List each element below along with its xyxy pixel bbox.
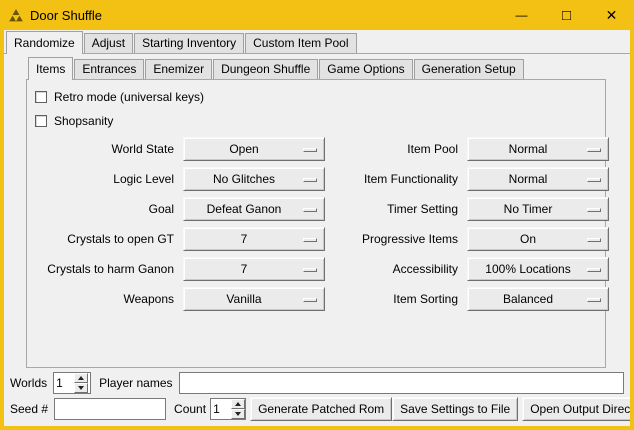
window-controls: — □ ✕: [499, 0, 634, 30]
timer-setting-dropdown[interactable]: No Timer: [467, 197, 609, 221]
dropdown-indicator-icon: [303, 208, 317, 212]
dropdown-indicator-icon: [303, 148, 317, 152]
logic-level-label: Logic Level: [32, 172, 178, 186]
tab-entrances[interactable]: Entrances: [74, 59, 144, 79]
bottom-bar: Worlds Player names Seed # Count: [4, 364, 630, 426]
count-spin-down-icon[interactable]: [231, 409, 245, 419]
seed-label: Seed #: [10, 402, 48, 416]
tab-randomize[interactable]: Randomize: [6, 31, 83, 54]
worlds-label: Worlds: [10, 376, 47, 390]
maximize-button[interactable]: □: [544, 0, 589, 30]
primary-tabstrip: Randomize Adjust Starting Inventory Cust…: [4, 30, 630, 54]
count-label: Count: [174, 402, 206, 416]
seed-input[interactable]: [54, 398, 166, 420]
goal-label: Goal: [32, 202, 178, 216]
shopsanity-checkbox[interactable]: [35, 115, 47, 127]
tab-enemizer[interactable]: Enemizer: [145, 59, 212, 79]
shopsanity-row: Shopsanity: [35, 109, 605, 133]
window-title: Door Shuffle: [30, 8, 102, 23]
count-spin-up-icon[interactable]: [231, 399, 245, 409]
tab-game-options[interactable]: Game Options: [319, 59, 412, 79]
dropdown-indicator-icon: [303, 298, 317, 302]
accessibility-label: Accessibility: [330, 262, 462, 276]
retro-mode-checkbox[interactable]: [35, 91, 47, 103]
dropdown-indicator-icon: [587, 268, 601, 272]
world-state-label: World State: [32, 142, 178, 156]
tab-adjust[interactable]: Adjust: [84, 33, 133, 53]
worlds-spinner: [53, 372, 91, 394]
options-grid: World State Open Item Pool Normal Logic …: [32, 137, 605, 311]
tab-starting-inventory[interactable]: Starting Inventory: [134, 33, 244, 53]
item-pool-dropdown[interactable]: Normal: [467, 137, 609, 161]
dropdown-indicator-icon: [587, 148, 601, 152]
goal-dropdown[interactable]: Defeat Ganon: [183, 197, 325, 221]
tab-dungeon-shuffle[interactable]: Dungeon Shuffle: [213, 59, 318, 79]
tab-custom-item-pool[interactable]: Custom Item Pool: [245, 33, 356, 53]
progressive-items-label: Progressive Items: [330, 232, 462, 246]
dropdown-indicator-icon: [587, 238, 601, 242]
crystals-ganon-dropdown[interactable]: 7: [183, 257, 325, 281]
app-icon: [8, 7, 24, 23]
worlds-spin-up-icon[interactable]: [74, 373, 88, 383]
secondary-tabstrip: Items Entrances Enemizer Dungeon Shuffle…: [26, 58, 606, 80]
count-input[interactable]: [211, 399, 231, 419]
weapons-dropdown[interactable]: Vanilla: [183, 287, 325, 311]
crystals-gt-dropdown[interactable]: 7: [183, 227, 325, 251]
items-tab-panel: Retro mode (universal keys) Shopsanity W…: [26, 80, 606, 368]
dropdown-indicator-icon: [587, 298, 601, 302]
minimize-button[interactable]: —: [499, 0, 544, 30]
item-sorting-label: Item Sorting: [330, 292, 462, 306]
crystals-gt-label: Crystals to open GT: [32, 232, 178, 246]
timer-setting-label: Timer Setting: [330, 202, 462, 216]
retro-mode-row: Retro mode (universal keys): [35, 85, 605, 109]
item-functionality-label: Item Functionality: [330, 172, 462, 186]
tab-generation-setup[interactable]: Generation Setup: [414, 59, 524, 79]
worlds-row: Worlds Player names: [10, 370, 626, 396]
close-button[interactable]: ✕: [589, 0, 634, 30]
dropdown-indicator-icon: [303, 238, 317, 242]
worlds-spin-down-icon[interactable]: [74, 383, 88, 393]
shopsanity-label: Shopsanity: [54, 114, 113, 128]
player-names-input[interactable]: [179, 372, 625, 394]
client-area: Randomize Adjust Starting Inventory Cust…: [4, 30, 630, 426]
world-state-dropdown[interactable]: Open: [183, 137, 325, 161]
progressive-items-dropdown[interactable]: On: [467, 227, 609, 251]
titlebar: Door Shuffle — □ ✕: [0, 0, 634, 30]
weapons-label: Weapons: [32, 292, 178, 306]
accessibility-dropdown[interactable]: 100% Locations: [467, 257, 609, 281]
item-functionality-dropdown[interactable]: Normal: [467, 167, 609, 191]
tab-items[interactable]: Items: [28, 57, 73, 80]
seed-row: Seed # Count Generate Patched Rom Save S…: [10, 396, 626, 422]
worlds-input[interactable]: [54, 373, 74, 393]
item-pool-label: Item Pool: [330, 142, 462, 156]
dropdown-indicator-icon: [587, 178, 601, 182]
logic-level-dropdown[interactable]: No Glitches: [183, 167, 325, 191]
retro-mode-label: Retro mode (universal keys): [54, 90, 204, 104]
generate-patched-rom-button[interactable]: Generate Patched Rom: [250, 397, 392, 421]
window: Door Shuffle — □ ✕ Randomize Adjust Star…: [0, 0, 634, 430]
count-spinner: [210, 398, 246, 420]
open-output-directory-button[interactable]: Open Output Directory: [522, 397, 630, 421]
dropdown-indicator-icon: [303, 268, 317, 272]
dropdown-indicator-icon: [303, 178, 317, 182]
dropdown-indicator-icon: [587, 208, 601, 212]
item-sorting-dropdown[interactable]: Balanced: [467, 287, 609, 311]
crystals-ganon-label: Crystals to harm Ganon: [32, 262, 178, 276]
save-settings-button[interactable]: Save Settings to File: [392, 397, 518, 421]
player-names-label: Player names: [99, 376, 172, 390]
